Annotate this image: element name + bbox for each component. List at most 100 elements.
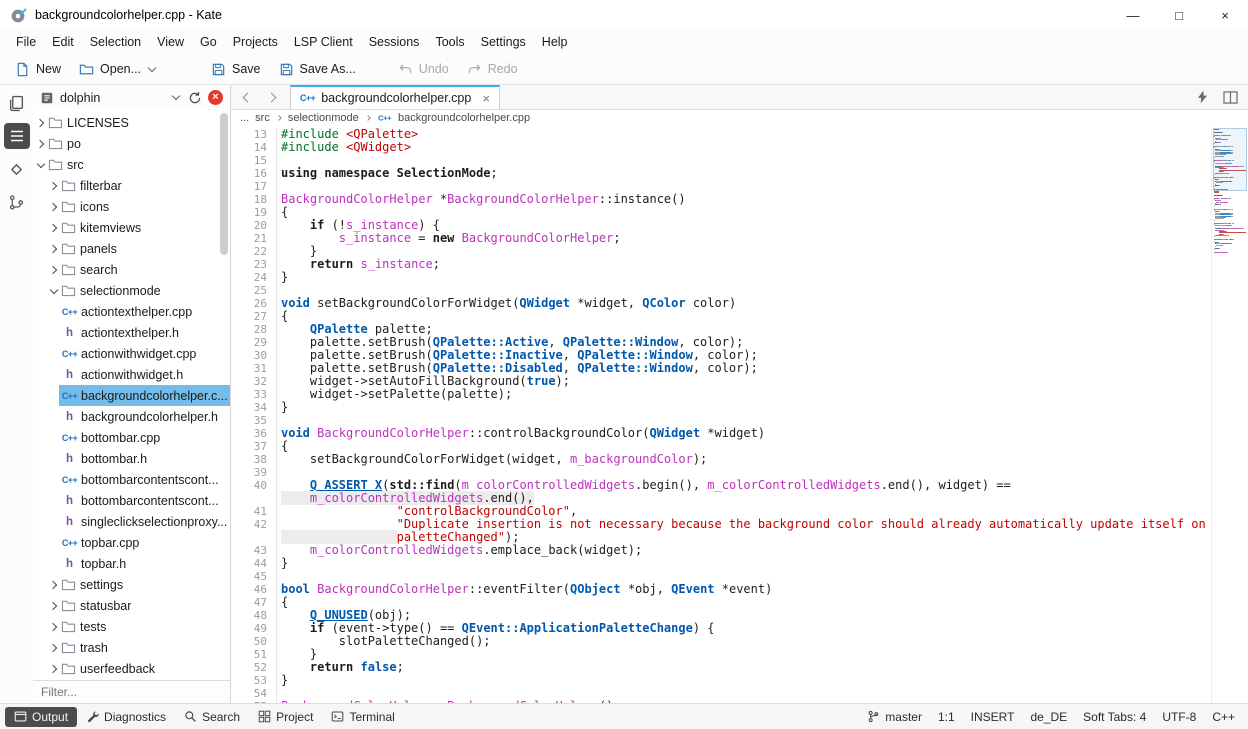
- symbols-icon[interactable]: [4, 189, 30, 215]
- tree-folder-filterbar[interactable]: filterbar: [33, 175, 230, 196]
- chevron-down-icon[interactable]: [172, 92, 180, 100]
- code-text[interactable]: }: [277, 557, 288, 570]
- code-text[interactable]: return false;: [277, 661, 404, 674]
- breadcrumb-item-src[interactable]: src: [255, 112, 270, 124]
- menu-help[interactable]: Help: [534, 32, 576, 52]
- menu-file[interactable]: File: [8, 32, 44, 52]
- new-button[interactable]: New: [6, 58, 70, 81]
- redo-button[interactable]: Redo: [458, 58, 527, 81]
- chevron-right-icon[interactable]: [48, 264, 60, 276]
- chevron-right-icon[interactable]: [48, 180, 60, 192]
- tree-folder-settings[interactable]: settings: [33, 574, 230, 595]
- menu-go[interactable]: Go: [192, 32, 225, 52]
- tree-folder-src[interactable]: src: [33, 154, 230, 175]
- tab-close-icon[interactable]: ×: [482, 91, 490, 106]
- chevron-right-icon[interactable]: [48, 621, 60, 633]
- code-text[interactable]: setBackgroundColorForWidget(widget, m_ba…: [277, 453, 707, 466]
- code-text[interactable]: bool BackgroundCol​orHelper::eventFilter…: [277, 583, 772, 596]
- chevron-right-icon[interactable]: [35, 138, 47, 150]
- tree-file-actiontexthelper-h[interactable]: hactiontexthelper.h: [33, 322, 230, 343]
- highlight-mode[interactable]: C++: [1204, 710, 1243, 724]
- breadcrumb-item-selectionmode[interactable]: selectionmode: [288, 112, 359, 124]
- dictionary[interactable]: de_DE: [1022, 710, 1075, 724]
- tab-backgroundcolorhelper[interactable]: C++ backgroundcolorhelper.cpp ×: [290, 85, 500, 109]
- code-text[interactable]: }: [277, 271, 288, 284]
- tree-file-singleclickselectionproxy-[interactable]: hsingleclickselectionproxy...: [33, 511, 230, 532]
- code-text[interactable]: }: [277, 674, 288, 687]
- diagnostics-button[interactable]: Diagnostics: [77, 707, 175, 727]
- save-button[interactable]: Save: [202, 58, 270, 81]
- code-text[interactable]: #include <QWidget>: [277, 141, 411, 154]
- code-text[interactable]: void setBackgroundColorForWidget(QWidget…: [277, 297, 736, 310]
- code-text[interactable]: m_colorControlledWidgets.emplace_back(wi…: [277, 544, 642, 557]
- chevron-right-icon[interactable]: [48, 642, 60, 654]
- minimap-viewport[interactable]: [1213, 128, 1247, 191]
- menu-selection[interactable]: Selection: [82, 32, 149, 52]
- close-button[interactable]: ×: [1202, 0, 1248, 30]
- chevron-right-icon[interactable]: [48, 600, 60, 612]
- chevron-right-icon[interactable]: [48, 243, 60, 255]
- menu-projects[interactable]: Projects: [225, 32, 286, 52]
- chevron-right-icon[interactable]: [48, 222, 60, 234]
- cursor-position[interactable]: 1:1: [930, 710, 963, 724]
- breadcrumb-item-file[interactable]: backgroundcolorhelper.cpp: [398, 112, 530, 124]
- tree-folder-statusbar[interactable]: statusbar: [33, 595, 230, 616]
- tree-folder-po[interactable]: po: [33, 133, 230, 154]
- tree-file-bottombar-cpp[interactable]: C++bottombar.cpp: [33, 427, 230, 448]
- tree-folder-panels[interactable]: panels: [33, 238, 230, 259]
- chevron-down-icon[interactable]: [35, 159, 47, 171]
- tree-folder-userfeedback[interactable]: userfeedback: [33, 658, 230, 679]
- search-button[interactable]: Search: [175, 707, 249, 727]
- tree-file-actiontexthelper-cpp[interactable]: C++actiontexthelper.cpp: [33, 301, 230, 322]
- code-text[interactable]: BackgroundColorHelper *BackgroundColorHe…: [277, 193, 686, 206]
- tree-folder-kitemviews[interactable]: kitemviews: [33, 217, 230, 238]
- git-icon[interactable]: [4, 156, 30, 182]
- tree-folder-trash[interactable]: trash: [33, 637, 230, 658]
- tree-folder-icons[interactable]: icons: [33, 196, 230, 217]
- code-text[interactable]: s_instance = new BackgroundColorHelper;: [277, 232, 621, 245]
- tree-file-bottombarcontentscont-[interactable]: C++bottombarcontentscont...: [33, 469, 230, 490]
- filter-input[interactable]: [33, 680, 230, 703]
- breadcrumb-collapsed[interactable]: ...: [240, 112, 249, 124]
- chevron-right-icon[interactable]: [35, 117, 47, 129]
- prev-document-icon[interactable]: [242, 93, 251, 102]
- terminal-button[interactable]: Terminal: [322, 707, 403, 727]
- code-text[interactable]: BackgroundColorHelper::BackgroundColorHe…: [277, 700, 613, 703]
- git-branch[interactable]: master: [859, 710, 930, 724]
- tree-folder-search[interactable]: search: [33, 259, 230, 280]
- menu-edit[interactable]: Edit: [44, 32, 82, 52]
- project-selector[interactable]: dolphin: [60, 91, 100, 105]
- chevron-right-icon[interactable]: [48, 579, 60, 591]
- tree-file-topbar-h[interactable]: htopbar.h: [33, 553, 230, 574]
- code-text[interactable]: void BackgroundColorHelper::controlBackg…: [277, 427, 765, 440]
- chevron-right-icon[interactable]: [48, 201, 60, 213]
- minimize-button[interactable]: —: [1110, 0, 1156, 30]
- close-panel-icon[interactable]: ×: [208, 90, 223, 105]
- tree-file-bottombar-h[interactable]: hbottombar.h: [33, 448, 230, 469]
- tree-file-bottombarcontentscont-[interactable]: hbottombarcontentscont...: [33, 490, 230, 511]
- encoding[interactable]: UTF-8: [1154, 710, 1204, 724]
- documents-icon[interactable]: [4, 90, 30, 116]
- save-as-button[interactable]: Save As...: [270, 58, 365, 81]
- menu-settings[interactable]: Settings: [473, 32, 534, 52]
- tree-file-actionwithwidget-cpp[interactable]: C++actionwithwidget.cpp: [33, 343, 230, 364]
- chevron-right-icon[interactable]: [48, 663, 60, 675]
- minimap[interactable]: [1211, 126, 1248, 703]
- undo-button[interactable]: Undo: [389, 58, 458, 81]
- menu-view[interactable]: View: [149, 32, 192, 52]
- code-text[interactable]: }: [277, 401, 288, 414]
- project-list-icon[interactable]: [4, 123, 30, 149]
- tree-folder-LICENSES[interactable]: LICENSES: [33, 112, 230, 133]
- tree-file-actionwithwidget-h[interactable]: hactionwithwidget.h: [33, 364, 230, 385]
- tab-width[interactable]: Soft Tabs: 4: [1075, 710, 1154, 724]
- tree-file-backgroundcolorhelper-c-[interactable]: C++backgroundcolorhelper.c...: [33, 385, 230, 406]
- code-text[interactable]: return s_instance;: [277, 258, 440, 271]
- menu-lsp-client[interactable]: LSP Client: [286, 32, 361, 52]
- menu-tools[interactable]: Tools: [427, 32, 472, 52]
- tree-file-topbar-cpp[interactable]: C++topbar.cpp: [33, 532, 230, 553]
- menu-sessions[interactable]: Sessions: [361, 32, 428, 52]
- code-text[interactable]: using namespace SelectionMode;: [277, 167, 498, 180]
- quick-open-icon[interactable]: [1197, 90, 1208, 104]
- input-mode[interactable]: INSERT: [963, 710, 1023, 724]
- tree-file-backgroundcolorhelper-h[interactable]: hbackgroundcolorhelper.h: [33, 406, 230, 427]
